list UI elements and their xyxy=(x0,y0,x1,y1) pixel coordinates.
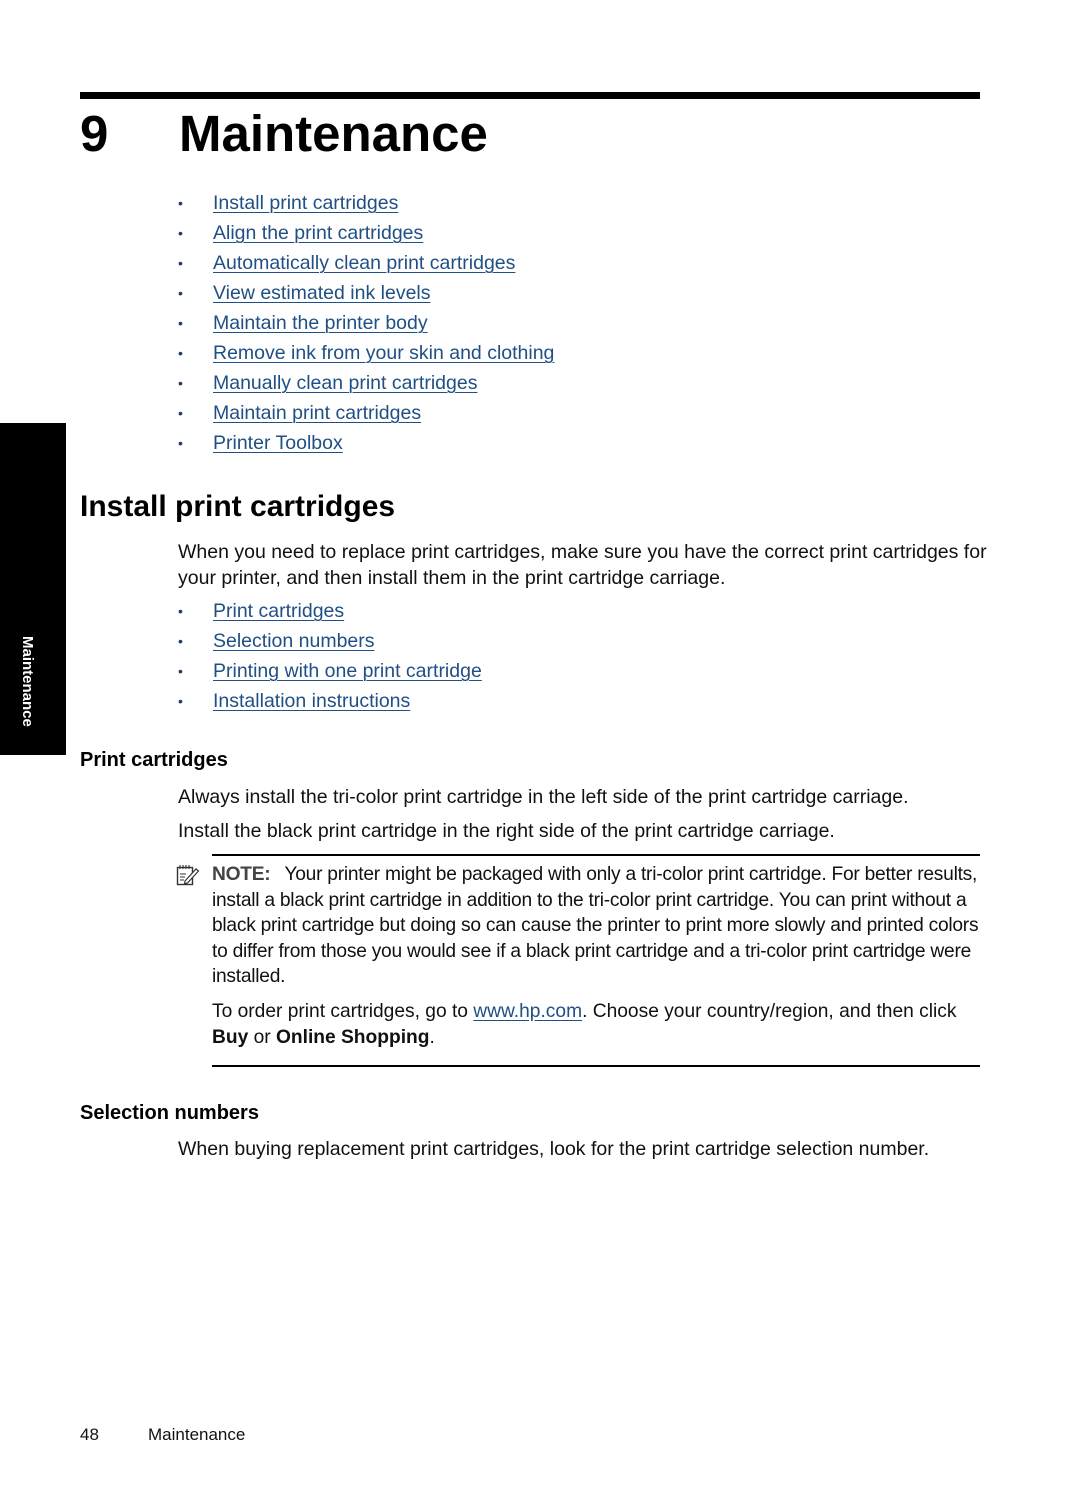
toc-link-manually-clean[interactable]: Manually clean print cartridges xyxy=(213,372,477,394)
note-label: NOTE: xyxy=(212,864,271,885)
subtoc-link-one-cartridge[interactable]: Printing with one print cartridge xyxy=(213,660,482,682)
selection-numbers-text: When buying replacement print cartridges… xyxy=(178,1138,930,1160)
toc-item: • Remove ink from your skin and clothing xyxy=(178,338,554,368)
hp-website-link[interactable]: www.hp.com xyxy=(473,1001,582,1022)
toc-item: • Maintain the printer body xyxy=(178,308,554,338)
note-bottom-rule xyxy=(212,1065,980,1067)
bullet-icon: • xyxy=(178,633,183,649)
toc-item: • Automatically clean print cartridges xyxy=(178,248,554,278)
bullet-icon: • xyxy=(178,255,183,271)
online-shopping-label: Online Shopping xyxy=(275,1026,430,1048)
bullet-icon: • xyxy=(178,285,183,301)
bullet-icon: • xyxy=(178,435,183,451)
order-end: . xyxy=(429,1026,435,1048)
toc-link-maintain-printer-body[interactable]: Maintain the printer body xyxy=(213,312,428,334)
order-or: or xyxy=(248,1026,276,1048)
bullet-icon: • xyxy=(178,195,183,211)
toc-link-view-ink-levels[interactable]: View estimated ink levels xyxy=(213,282,431,304)
subtoc-item: • Installation instructions xyxy=(178,686,482,716)
note-text: NOTE: Your printer might be packaged with… xyxy=(212,862,984,990)
manual-page: 9 Maintenance Maintenance • Install print… xyxy=(0,0,1080,1495)
toc-item: • Maintain print cartridges xyxy=(178,398,554,428)
toc-item: • Install print cartridges xyxy=(178,188,554,218)
subtoc-link-installation-instructions[interactable]: Installation instructions xyxy=(213,690,410,712)
toc-link-install-print-cartridges[interactable]: Install print cartridges xyxy=(213,192,398,214)
toc-link-printer-toolbox[interactable]: Printer Toolbox xyxy=(213,432,343,454)
chapter-toc: • Install print cartridges • Align the pri… xyxy=(178,188,554,458)
bullet-icon: • xyxy=(178,663,183,679)
chapter-name: Maintenance xyxy=(179,105,488,162)
buy-label: Buy xyxy=(212,1026,249,1048)
chapter-top-rule xyxy=(80,92,980,99)
section-heading-install: Install print cartridges xyxy=(80,490,396,523)
subheading-print-cartridges: Print cartridges xyxy=(80,749,228,771)
subtoc-item: • Selection numbers xyxy=(178,626,482,656)
print-cartridges-para-1: Always install the tri-color print cartr… xyxy=(178,786,909,808)
subtoc-item: • Print cartridges xyxy=(178,596,482,626)
order-info-text: To order print cartridges, go to www.hp.… xyxy=(212,999,984,1050)
bullet-icon: • xyxy=(178,315,183,331)
note-top-rule xyxy=(212,854,980,856)
bullet-icon: • xyxy=(178,603,183,619)
subheading-selection-numbers: Selection numbers xyxy=(80,1102,259,1124)
footer-page-number: 48 xyxy=(80,1425,99,1444)
toc-link-automatically-clean[interactable]: Automatically clean print cartridges xyxy=(213,252,515,274)
toc-item: • Printer Toolbox xyxy=(178,428,554,458)
section-toc: • Print cartridges • Selection numbers • Pr… xyxy=(178,596,482,716)
note-body: Your printer might be packaged with only… xyxy=(212,864,979,987)
toc-item: • Align the print cartridges xyxy=(178,218,554,248)
toc-item: • Manually clean print cartridges xyxy=(178,368,554,398)
toc-item: • View estimated ink levels xyxy=(178,278,554,308)
order-prefix: To order print cartridges, go to xyxy=(212,1001,474,1022)
subtoc-item: • Printing with one print cartridge xyxy=(178,656,482,686)
footer-chapter-name: Maintenance xyxy=(148,1425,246,1444)
note-pencil-icon xyxy=(176,865,200,886)
bullet-icon: • xyxy=(178,405,183,421)
install-intro-text: When you need to replace print cartridge… xyxy=(178,541,987,589)
bullet-icon: • xyxy=(178,375,183,391)
bullet-icon: • xyxy=(178,693,183,709)
toc-link-remove-ink[interactable]: Remove ink from your skin and clothing xyxy=(213,342,554,364)
bullet-icon: • xyxy=(178,345,183,361)
subtoc-link-selection-numbers[interactable]: Selection numbers xyxy=(213,630,375,652)
subtoc-link-print-cartridges[interactable]: Print cartridges xyxy=(213,600,344,622)
side-thumb-tab-label: Maintenance xyxy=(19,636,36,727)
chapter-number: 9 xyxy=(80,105,109,162)
toc-link-maintain-print-cartridges[interactable]: Maintain print cartridges xyxy=(213,402,421,424)
print-cartridges-para-2: Install the black print cartridge in the… xyxy=(178,820,835,842)
toc-link-align-print-cartridges[interactable]: Align the print cartridges xyxy=(213,222,423,244)
bullet-icon: • xyxy=(178,225,183,241)
order-middle: . Choose your country/region, and then c… xyxy=(582,1001,957,1022)
